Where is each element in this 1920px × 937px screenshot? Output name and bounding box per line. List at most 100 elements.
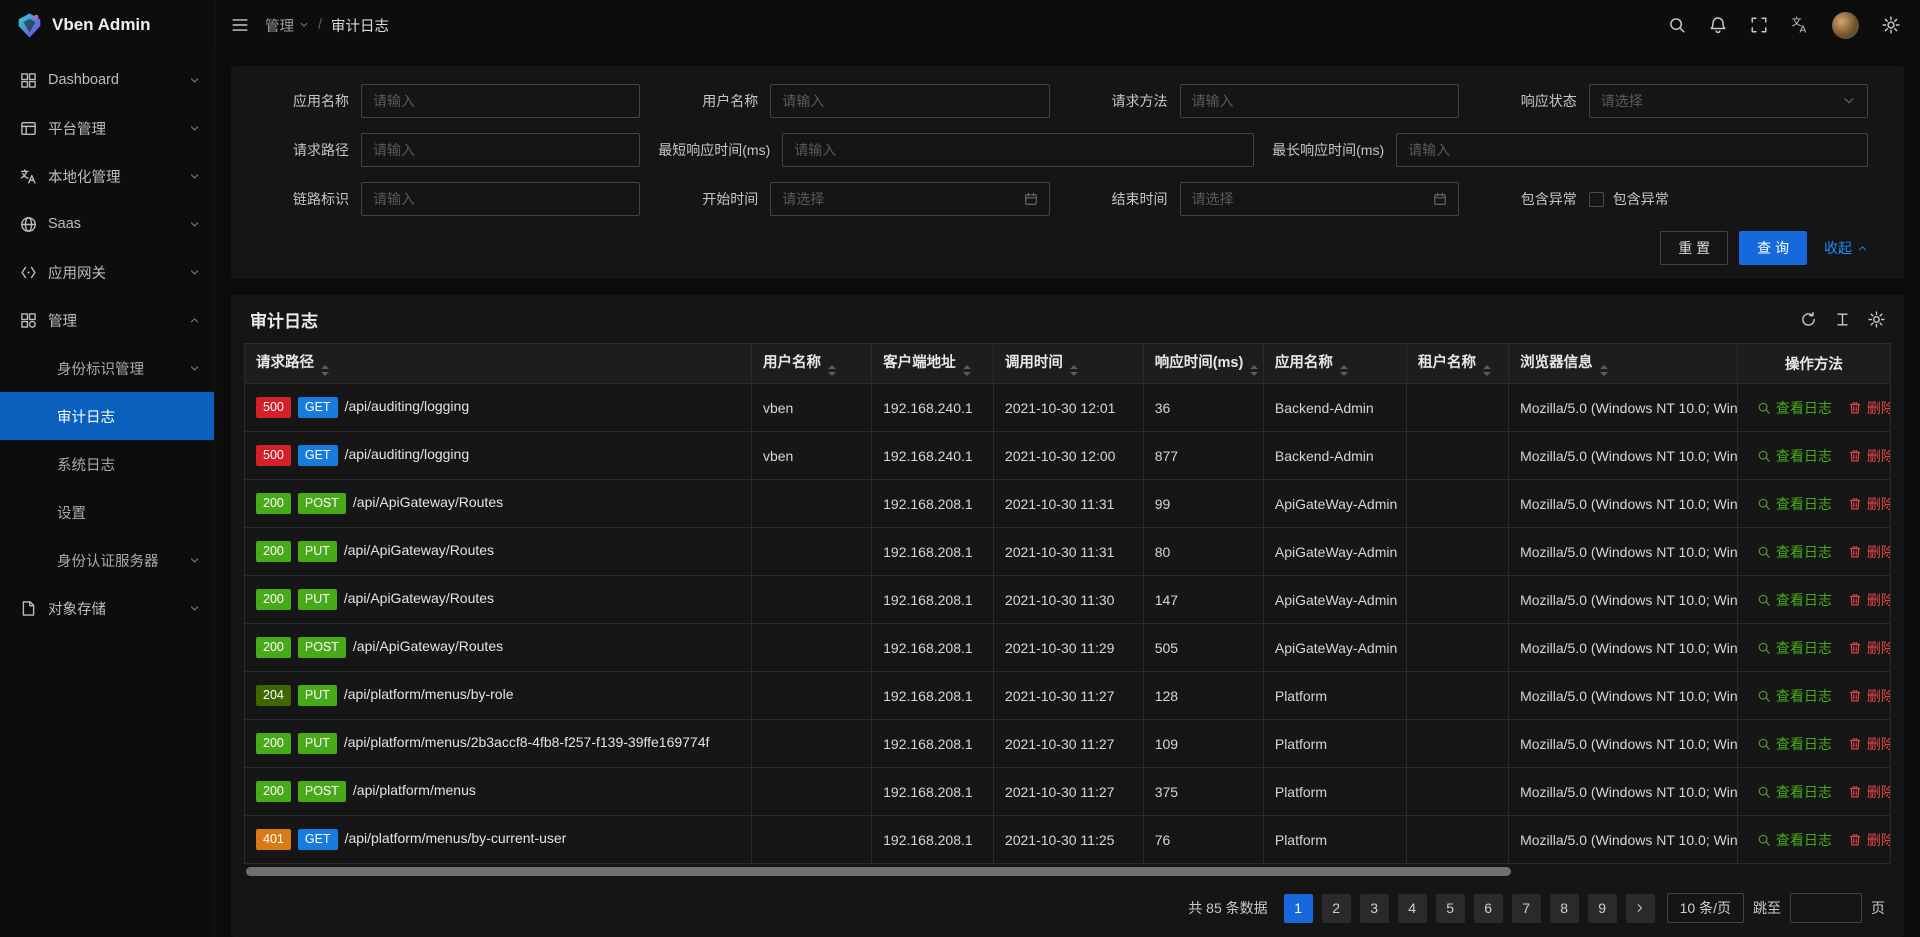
sidebar-item-10[interactable]: 身份认证服务器 <box>0 536 214 584</box>
sort-icon[interactable] <box>1250 365 1258 376</box>
column-header[interactable]: 应用名称 <box>1263 344 1406 384</box>
column-header[interactable]: 客户端地址 <box>872 344 994 384</box>
table-settings-icon[interactable] <box>1868 311 1885 328</box>
delete-button[interactable]: 删除 <box>1848 638 1891 658</box>
sidebar-item-4[interactable]: 应用网关 <box>0 248 214 296</box>
sidebar-item-11[interactable]: 对象存储 <box>0 584 214 632</box>
view-log-button[interactable]: 查看日志 <box>1757 542 1832 562</box>
delete-button[interactable]: 删除 <box>1848 686 1891 706</box>
page-button-1[interactable]: 1 <box>1284 894 1313 923</box>
view-log-button[interactable]: 查看日志 <box>1757 734 1832 754</box>
cell-user: vben <box>751 432 871 480</box>
column-header[interactable]: 调用时间 <box>993 344 1143 384</box>
sort-icon[interactable] <box>1070 365 1078 376</box>
sidebar-item-label: 对象存储 <box>48 598 189 619</box>
max-response-time-input[interactable] <box>1396 133 1868 167</box>
delete-button[interactable]: 删除 <box>1848 830 1891 850</box>
column-height-icon[interactable] <box>1834 311 1851 328</box>
sort-icon[interactable] <box>828 365 836 376</box>
cell-app: Platform <box>1263 720 1406 768</box>
user-name-input[interactable] <box>770 84 1049 118</box>
start-time-picker[interactable]: 请选择 <box>770 182 1049 216</box>
delete-button[interactable]: 删除 <box>1848 494 1891 514</box>
view-log-button[interactable]: 查看日志 <box>1757 590 1832 610</box>
breadcrumb-root[interactable]: 管理 <box>265 15 309 36</box>
search-icon[interactable] <box>1668 16 1686 34</box>
fullscreen-icon[interactable] <box>1750 16 1768 34</box>
request-method-input[interactable] <box>1180 84 1459 118</box>
sidebar-item-0[interactable]: Dashboard <box>0 56 214 104</box>
page-button-6[interactable]: 6 <box>1474 894 1503 923</box>
delete-button[interactable]: 删除 <box>1848 782 1891 802</box>
end-time-picker[interactable]: 请选择 <box>1180 182 1459 216</box>
scrollbar-thumb[interactable] <box>246 867 1511 876</box>
page-size-select[interactable]: 10 条/页 <box>1667 893 1744 923</box>
min-response-time-input[interactable] <box>782 133 1254 167</box>
page-button-5[interactable]: 5 <box>1436 894 1465 923</box>
refresh-icon[interactable] <box>1800 311 1817 328</box>
cell-duration: 128 <box>1143 672 1263 720</box>
menu-collapse-icon[interactable] <box>231 16 249 34</box>
sidebar-item-3[interactable]: Saas <box>0 200 214 248</box>
settings-icon[interactable] <box>1882 16 1900 34</box>
cell-tenant <box>1407 384 1509 432</box>
has-exception-checkbox[interactable] <box>1589 192 1604 207</box>
sort-icon[interactable] <box>1483 365 1491 376</box>
sidebar-item-9[interactable]: 设置 <box>0 488 214 536</box>
request-path-input[interactable] <box>361 133 640 167</box>
app-name-input[interactable] <box>361 84 640 118</box>
page-button-9[interactable]: 9 <box>1588 894 1617 923</box>
horizontal-scrollbar[interactable] <box>246 867 1889 876</box>
bell-icon[interactable] <box>1709 16 1727 34</box>
translate-icon[interactable]: 文A <box>1791 16 1809 34</box>
view-log-button[interactable]: 查看日志 <box>1757 830 1832 850</box>
reset-button[interactable]: 重 置 <box>1660 231 1728 265</box>
column-header[interactable]: 租户名称 <box>1407 344 1509 384</box>
view-icon <box>1757 545 1771 559</box>
table-toolbar <box>1800 311 1885 328</box>
chevron-right-icon <box>1634 902 1646 914</box>
sort-icon[interactable] <box>1600 365 1608 376</box>
view-log-button[interactable]: 查看日志 <box>1757 782 1832 802</box>
sidebar-item-2[interactable]: 本地化管理 <box>0 152 214 200</box>
user-avatar[interactable] <box>1832 12 1859 39</box>
query-button[interactable]: 查 询 <box>1739 231 1807 265</box>
sidebar-item-6[interactable]: 身份标识管理 <box>0 344 214 392</box>
page-button-2[interactable]: 2 <box>1322 894 1351 923</box>
column-header[interactable]: 响应时间(ms) <box>1143 344 1263 384</box>
sidebar-item-7[interactable]: 审计日志 <box>0 392 214 440</box>
view-log-button[interactable]: 查看日志 <box>1757 638 1832 658</box>
delete-button[interactable]: 删除 <box>1848 542 1891 562</box>
sidebar-item-5[interactable]: 管理 <box>0 296 214 344</box>
response-status-select[interactable]: 请选择 <box>1589 84 1868 118</box>
next-page-button[interactable] <box>1626 894 1655 923</box>
page-button-4[interactable]: 4 <box>1398 894 1427 923</box>
view-log-button[interactable]: 查看日志 <box>1757 686 1832 706</box>
cell-ip: 192.168.208.1 <box>872 672 994 720</box>
column-header[interactable]: 浏览器信息 <box>1509 344 1738 384</box>
view-log-button[interactable]: 查看日志 <box>1757 398 1832 418</box>
sidebar-item-1[interactable]: 平台管理 <box>0 104 214 152</box>
page-button-3[interactable]: 3 <box>1360 894 1389 923</box>
status-badge: 200 <box>256 589 291 610</box>
column-header[interactable]: 请求路径 <box>245 344 752 384</box>
trace-id-input[interactable] <box>361 182 640 216</box>
delete-button[interactable]: 删除 <box>1848 734 1891 754</box>
logo[interactable]: Vben Admin <box>0 0 214 50</box>
jump-input[interactable] <box>1790 893 1862 923</box>
delete-button[interactable]: 删除 <box>1848 590 1891 610</box>
page-button-8[interactable]: 8 <box>1550 894 1579 923</box>
cell-ip: 192.168.208.1 <box>872 816 994 864</box>
sort-icon[interactable] <box>1340 365 1348 376</box>
delete-button[interactable]: 删除 <box>1848 398 1891 418</box>
main-area: 管理 / 审计日志 文A 应用名称用户名称请求方法响应状态请选择请求路径最短响应… <box>215 0 1920 937</box>
view-log-button[interactable]: 查看日志 <box>1757 446 1832 466</box>
collapse-button[interactable]: 收起 <box>1824 238 1868 258</box>
delete-button[interactable]: 删除 <box>1848 446 1891 466</box>
view-log-button[interactable]: 查看日志 <box>1757 494 1832 514</box>
sort-icon[interactable] <box>963 365 971 376</box>
sidebar-item-8[interactable]: 系统日志 <box>0 440 214 488</box>
column-header[interactable]: 用户名称 <box>751 344 871 384</box>
sort-icon[interactable] <box>321 365 329 376</box>
page-button-7[interactable]: 7 <box>1512 894 1541 923</box>
